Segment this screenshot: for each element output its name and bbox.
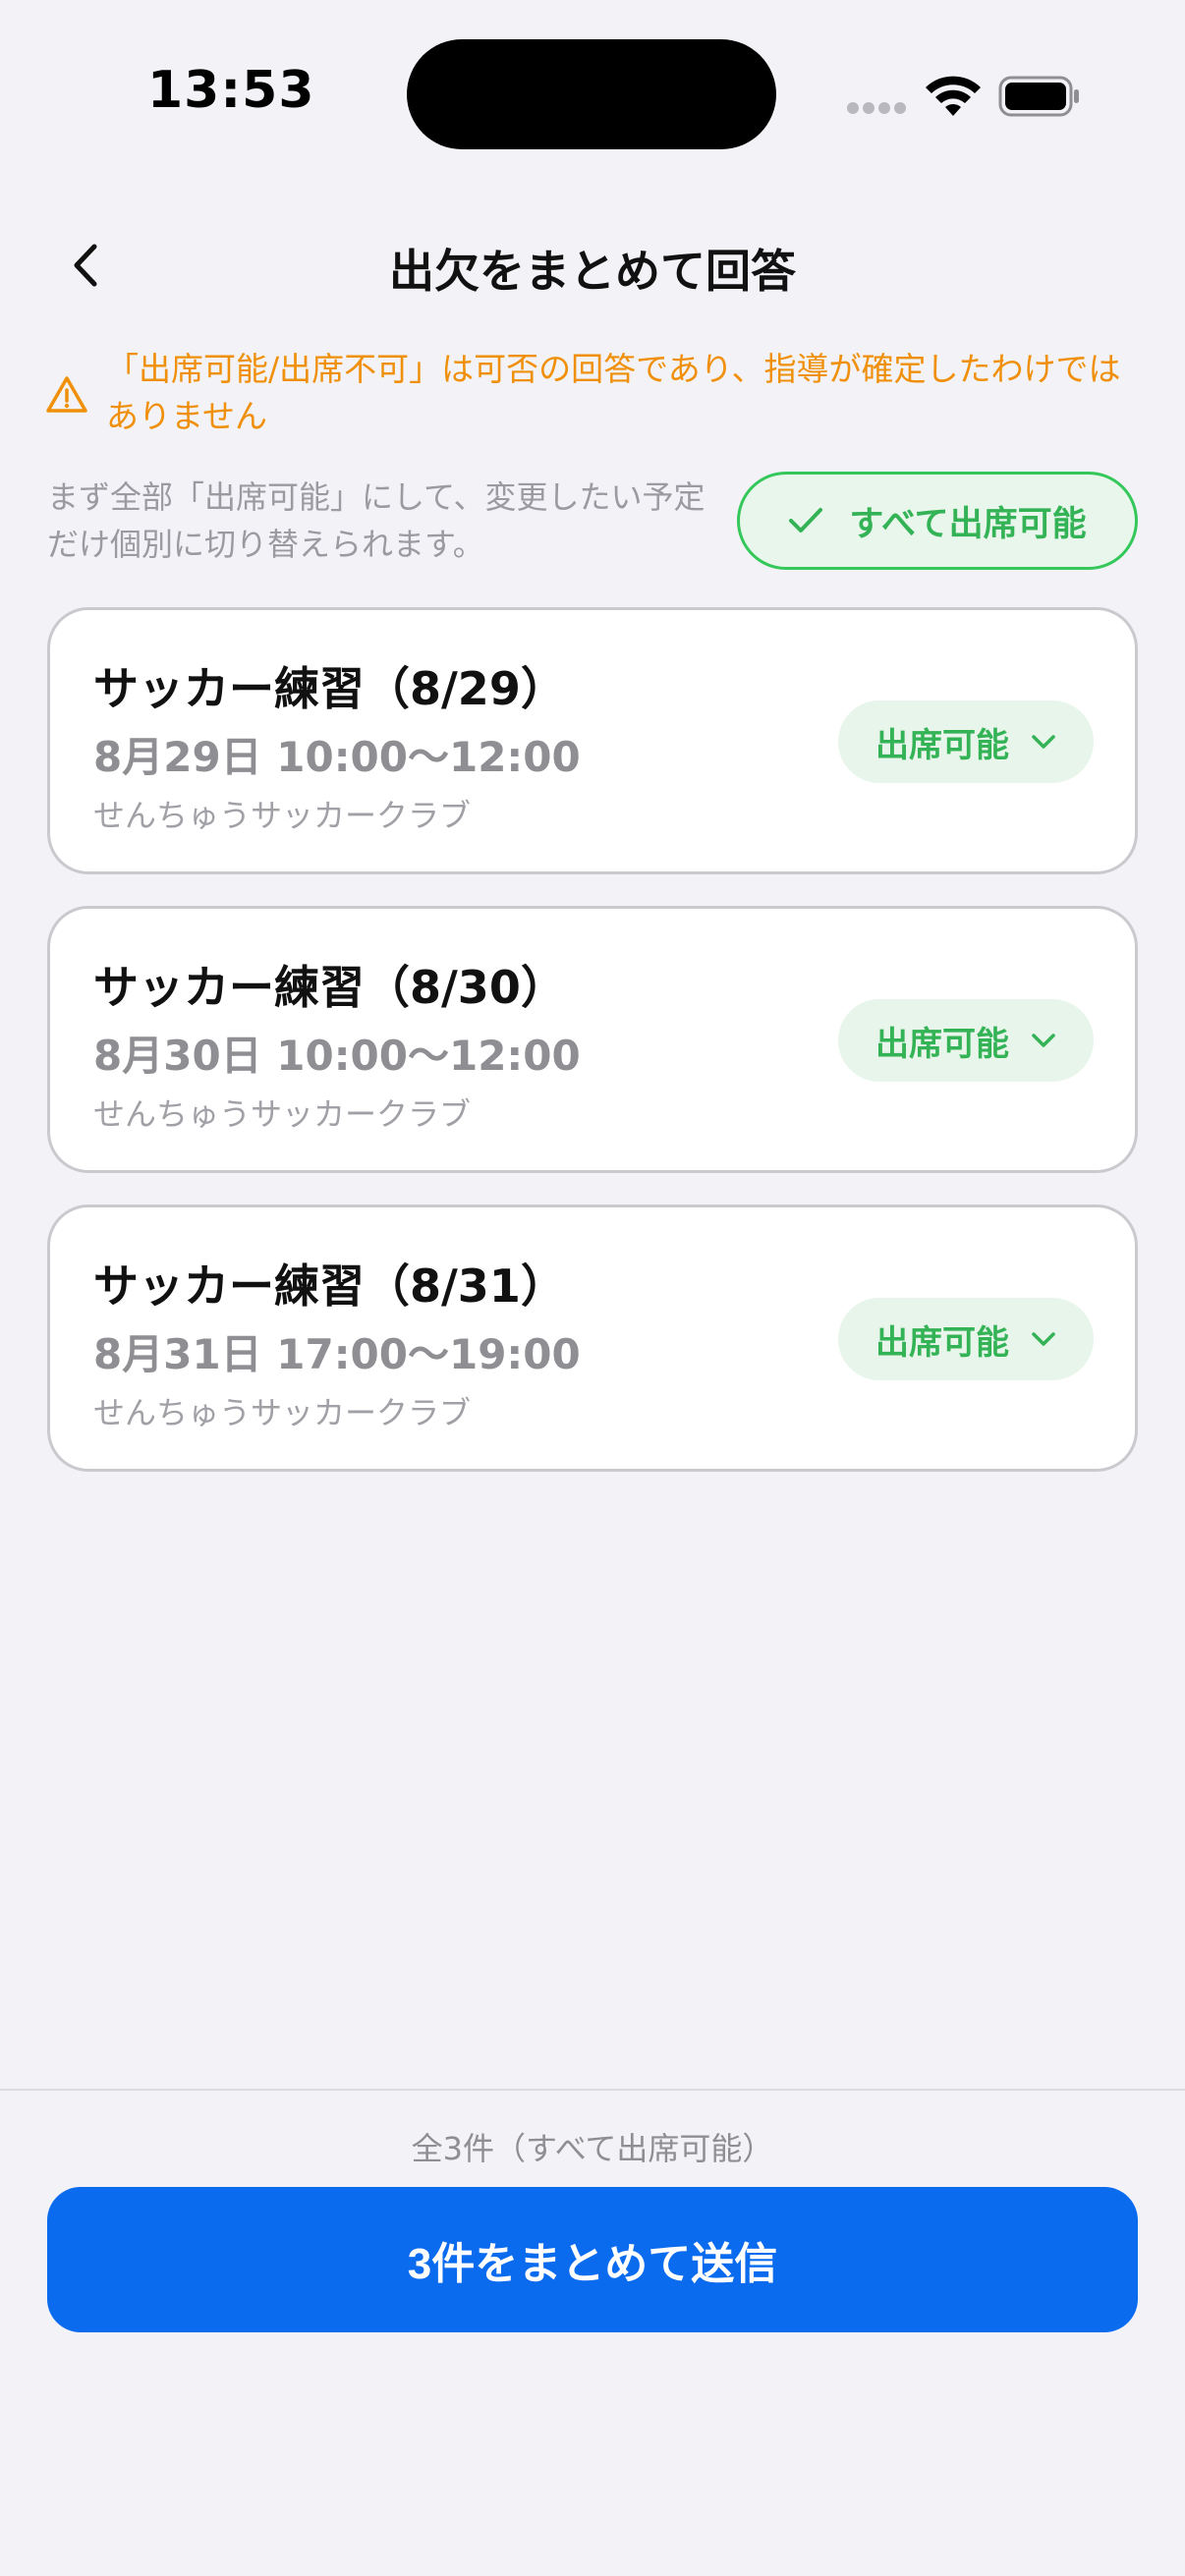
- chevron-down-icon: [1032, 1034, 1055, 1047]
- warning-banner: 「出席可能/出席不可」は可否の回答であり、指導が確定したわけではありません: [45, 346, 1146, 440]
- event-title: サッカー練習（8/30）: [93, 961, 566, 1014]
- event-card: サッカー練習（8/30） 8月30日 10:00〜12:00 せんちゅうサッカー…: [47, 906, 1138, 1173]
- warning-text: 「出席可能/出席不可」は可否の回答であり、指導が確定したわけではありません: [106, 350, 1121, 435]
- footer: 全3件（すべて出席可能） 3件をまとめて送信: [0, 2089, 1185, 2576]
- attendance-status-label: 出席可能: [875, 1322, 1009, 1363]
- event-organization: せんちゅうサッカークラブ: [93, 1095, 472, 1133]
- dynamic-island: [407, 39, 776, 149]
- event-time: 8月29日 10:00〜12:00: [93, 733, 581, 781]
- event-card: サッカー練習（8/31） 8月31日 17:00〜19:00 せんちゅうサッカー…: [47, 1204, 1138, 1472]
- page-title: 出欠をまとめて回答: [389, 245, 796, 298]
- attendance-status-label: 出席可能: [875, 725, 1009, 765]
- cellular-signal-icon: [847, 102, 908, 116]
- warning-triangle-icon: [46, 376, 87, 413]
- event-list: サッカー練習（8/29） 8月29日 10:00〜12:00 せんちゅうサッカー…: [47, 607, 1138, 1503]
- nav-bar: 出欠をまとめて回答: [0, 216, 1185, 314]
- checkmark-icon: [789, 508, 823, 532]
- event-title: サッカー練習（8/31）: [93, 1260, 566, 1313]
- wifi-icon: [926, 76, 981, 116]
- event-time: 8月31日 17:00〜19:00: [93, 1330, 581, 1378]
- event-time: 8月30日 10:00〜12:00: [93, 1032, 581, 1080]
- event-card: サッカー練習（8/29） 8月29日 10:00〜12:00 せんちゅうサッカー…: [47, 607, 1138, 874]
- attendance-status-label: 出席可能: [875, 1024, 1009, 1064]
- event-title: サッカー練習（8/29）: [93, 662, 566, 715]
- chevron-down-icon: [1032, 735, 1055, 749]
- status-time: 13:53: [147, 61, 315, 120]
- hint-text: まず全部「出席可能」にして、変更したい予定だけ個別に切り替えられます。: [47, 478, 705, 563]
- status-bar: 13:53: [0, 0, 1185, 187]
- chevron-down-icon: [1032, 1332, 1055, 1346]
- submit-button[interactable]: 3件をまとめて送信: [47, 2187, 1138, 2332]
- event-organization: せんちゅうサッカークラブ: [93, 1394, 472, 1431]
- screen: 13:53 出欠をまとめて回答 「出席可能/出席不可」は可否の回答であり、指導が…: [0, 0, 1185, 2576]
- attendance-status-select[interactable]: 出席可能: [838, 999, 1094, 1082]
- all-attend-label: すべて出席可能: [849, 504, 1087, 544]
- summary-text: 全3件（すべて出席可能）: [411, 2130, 774, 2167]
- attendance-status-select[interactable]: 出席可能: [838, 1298, 1094, 1380]
- event-organization: せんちゅうサッカークラブ: [93, 797, 472, 834]
- battery-icon: [998, 76, 1079, 117]
- all-attend-button[interactable]: すべて出席可能: [737, 472, 1138, 570]
- hint-row: まず全部「出席可能」にして、変更したい予定だけ個別に切り替えられます。 すべて出…: [47, 472, 1138, 570]
- attendance-status-select[interactable]: 出席可能: [838, 700, 1094, 783]
